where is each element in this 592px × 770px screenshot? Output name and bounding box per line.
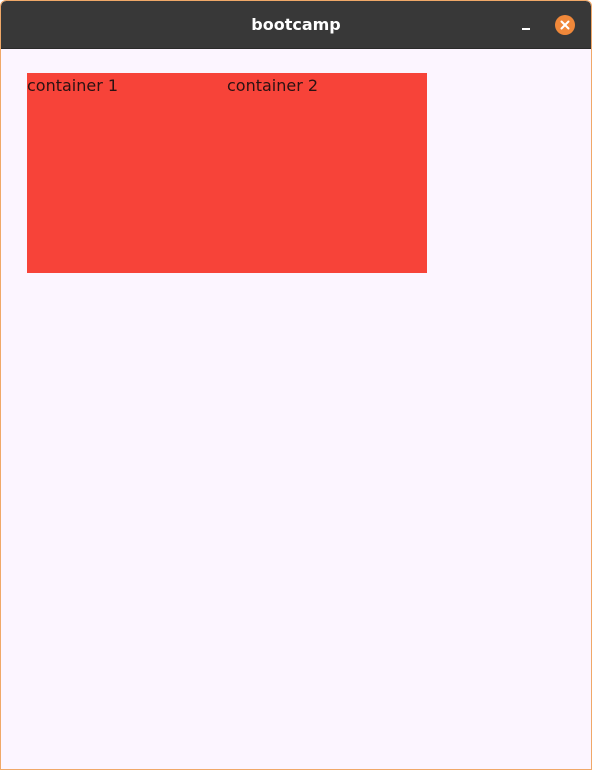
container-1-label: container 1 [27,76,119,95]
container-1: container 1 [27,73,227,273]
close-button[interactable] [555,15,575,35]
title-bar[interactable]: bootcamp [1,1,591,49]
window-title: bootcamp [251,15,341,34]
app-window: bootcamp container 1 container 2 [0,0,592,770]
container-2: container 2 [227,73,427,273]
container-2-label: container 2 [227,76,319,95]
window-content: container 1 container 2 [1,49,591,769]
containers-row: container 1 container 2 [27,73,427,273]
close-icon [560,20,570,30]
minimize-icon [522,28,530,30]
minimize-button[interactable] [516,15,536,35]
